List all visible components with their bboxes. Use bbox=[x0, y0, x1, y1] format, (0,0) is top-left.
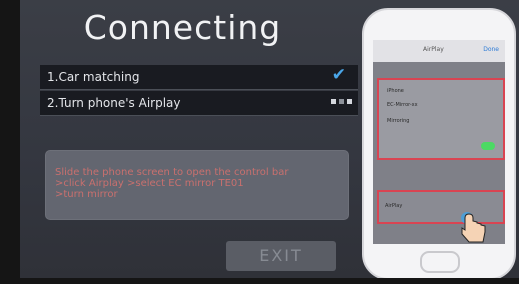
instruction-panel: Slide the phone screen to open the contr… bbox=[45, 150, 349, 220]
menu-row-iphone: iPhone bbox=[387, 88, 404, 94]
checkmark-icon: ✔ bbox=[331, 65, 346, 85]
phone-screen: AirPlay Done iPhone EC-Mirror-xx Mirrori… bbox=[373, 40, 505, 244]
step-turn-airplay: 2.Turn phone's Airplay bbox=[40, 91, 358, 116]
phone-illustration: AirPlay Done iPhone EC-Mirror-xx Mirrori… bbox=[362, 8, 516, 278]
instruction-line-2: >click Airplay >select EC mirror TE01 bbox=[55, 178, 244, 189]
instruction-line-1: Slide the phone screen to open the contr… bbox=[55, 167, 289, 178]
home-button-icon bbox=[420, 251, 460, 273]
control-bar-airplay: AirPlay bbox=[385, 203, 403, 209]
phone-header: AirPlay Done bbox=[373, 40, 505, 62]
mirroring-toggle-icon bbox=[481, 142, 495, 150]
loading-dots-icon bbox=[331, 99, 352, 104]
page-title: Connecting bbox=[83, 8, 282, 47]
pointing-hand-icon bbox=[461, 212, 486, 243]
airplay-menu-highlight: iPhone EC-Mirror-xx Mirroring bbox=[377, 78, 505, 160]
phone-header-done: Done bbox=[483, 46, 499, 53]
head-unit-screen: Connecting 1.Car matching ✔ 2.Turn phone… bbox=[20, 0, 519, 278]
instruction-line-3: >turn mirror bbox=[55, 189, 118, 200]
menu-row-mirroring: Mirroring bbox=[387, 118, 410, 124]
step-label: 2.Turn phone's Airplay bbox=[47, 96, 181, 110]
step-label: 1.Car matching bbox=[47, 70, 140, 84]
exit-button[interactable]: EXIT bbox=[226, 241, 336, 271]
phone-header-title: AirPlay bbox=[423, 46, 444, 53]
step-car-matching: 1.Car matching ✔ bbox=[40, 65, 358, 90]
menu-row-ec-mirror: EC-Mirror-xx bbox=[387, 102, 418, 108]
device-bezel: Connecting 1.Car matching ✔ 2.Turn phone… bbox=[0, 0, 519, 284]
